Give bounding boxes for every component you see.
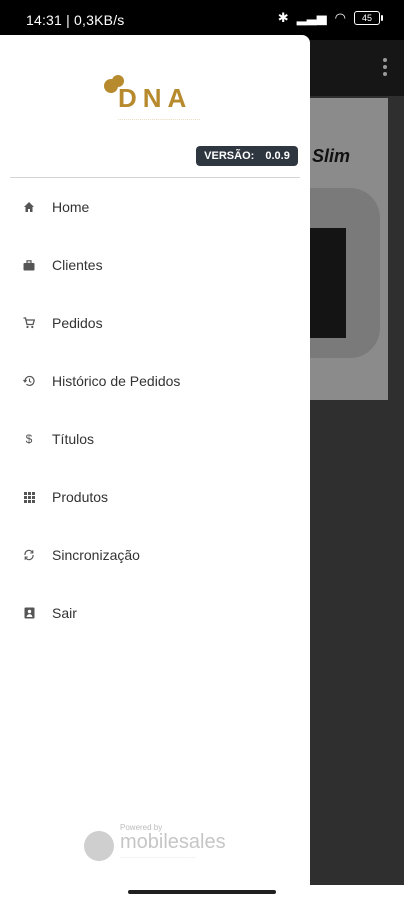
product-banner[interactable]: Slim [308,98,388,400]
menu-label: Clientes [52,257,103,273]
divider [10,177,300,178]
version-label: VERSÃO: [204,150,255,162]
menu-item-home[interactable]: Home [0,185,310,229]
signal-icon: ▂▃▅ [296,10,327,25]
banner-photo-detail [308,228,346,338]
battery-icon: 45 [354,11,383,25]
mobilesales-tagline: ······································ [120,855,196,861]
menu-label: Títulos [52,431,95,447]
menu-label: Produtos [52,489,109,505]
grid-icon [21,489,37,505]
overflow-menu-icon[interactable] [382,56,388,78]
banner-text: Slim [312,146,351,166]
mobilesales-logo-icon [84,831,114,861]
mobilesales-brand: mobilesales [120,831,226,853]
bluetooth-icon: ✱ [277,10,289,25]
dollar-icon: $ [25,432,33,446]
home-icon [21,199,37,215]
menu-item-sair[interactable]: Sair [0,591,310,635]
dna-logo: DNA ····································… [100,73,210,123]
status-bar: 14:31 | 0,3KB/s ✱ ▂▃▅ ◠ 45 [0,0,404,40]
menu-label: Pedidos [52,315,103,331]
logo-text: DNA [118,83,193,113]
powered-by: Powered by mobilesales ·················… [84,823,234,865]
logo-tagline: ········································… [118,117,201,123]
menu-item-produtos[interactable]: Produtos [0,475,310,519]
menu-item-pedidos[interactable]: Pedidos [0,301,310,345]
menu-item-clientes[interactable]: Clientes [0,243,310,287]
version-badge: VERSÃO: 0.0.9 [196,146,298,166]
status-time-speed: 14:31 | 0,3KB/s [26,12,125,28]
menu-label: Home [52,199,90,215]
history-icon [21,373,37,389]
menu-item-titulos[interactable]: $ Títulos [0,417,310,461]
menu-label: Histórico de Pedidos [52,373,181,389]
status-icons: ✱ ▂▃▅ ◠ 45 [277,10,383,25]
menu-item-historico[interactable]: Histórico de Pedidos [0,359,310,403]
menu-item-sincronizacao[interactable]: Sincronização [0,533,310,577]
navigation-drawer: DNA ····································… [0,35,310,885]
wifi-icon: ◠ [334,10,346,25]
menu-label: Sair [52,605,77,621]
menu-label: Sincronização [52,547,140,563]
sync-icon [21,547,37,563]
briefcase-icon [21,257,37,273]
version-value: 0.0.9 [265,150,290,162]
logout-icon [21,605,37,621]
cart-icon [21,315,37,331]
gesture-handle[interactable] [128,890,276,894]
banner-photo [308,188,380,358]
